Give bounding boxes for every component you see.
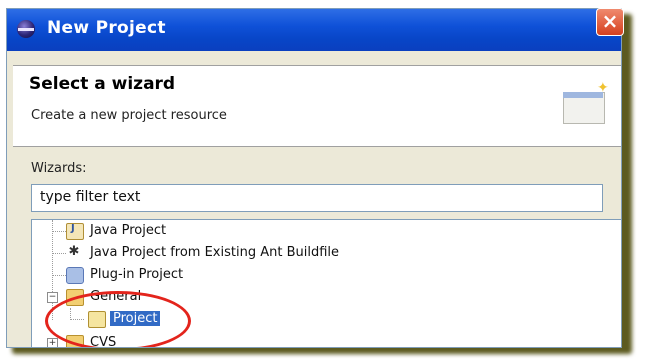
tree-item-java-ant-project[interactable]: ✱ Java Project from Existing Ant Buildfi… [32,242,621,264]
tree-item-label: Plug-in Project [90,267,184,282]
filter-input[interactable] [32,185,600,209]
window-title: New Project [47,18,166,38]
expand-icon[interactable]: + [47,338,58,347]
page-description: Create a new project resource [31,108,227,123]
title-bar[interactable]: New Project [7,9,621,51]
tree-item-java-project[interactable]: Java Project [32,220,621,242]
wizard-header: Select a wizard Create a new project res… [13,65,621,147]
tree-item-label: Java Project [90,223,167,238]
tree-item-plugin-project[interactable]: Plug-in Project [32,264,621,286]
ant-icon: ✱ [68,244,80,259]
highlight-circle [45,291,191,347]
tree-item-label: Java Project from Existing Ant Buildfile [90,245,340,260]
java-project-icon [66,223,84,240]
wizards-label: Wizards: [31,161,87,176]
filter-field[interactable] [31,184,603,212]
new-wizard-icon: ✦ [559,80,609,130]
page-title: Select a wizard [29,74,176,94]
eclipse-icon [17,20,35,38]
collapse-icon[interactable]: − [47,292,58,303]
close-button[interactable]: × [596,8,624,36]
plugin-project-icon [66,267,84,284]
new-project-dialog: New Project Select a wizard Create a new… [6,8,622,348]
